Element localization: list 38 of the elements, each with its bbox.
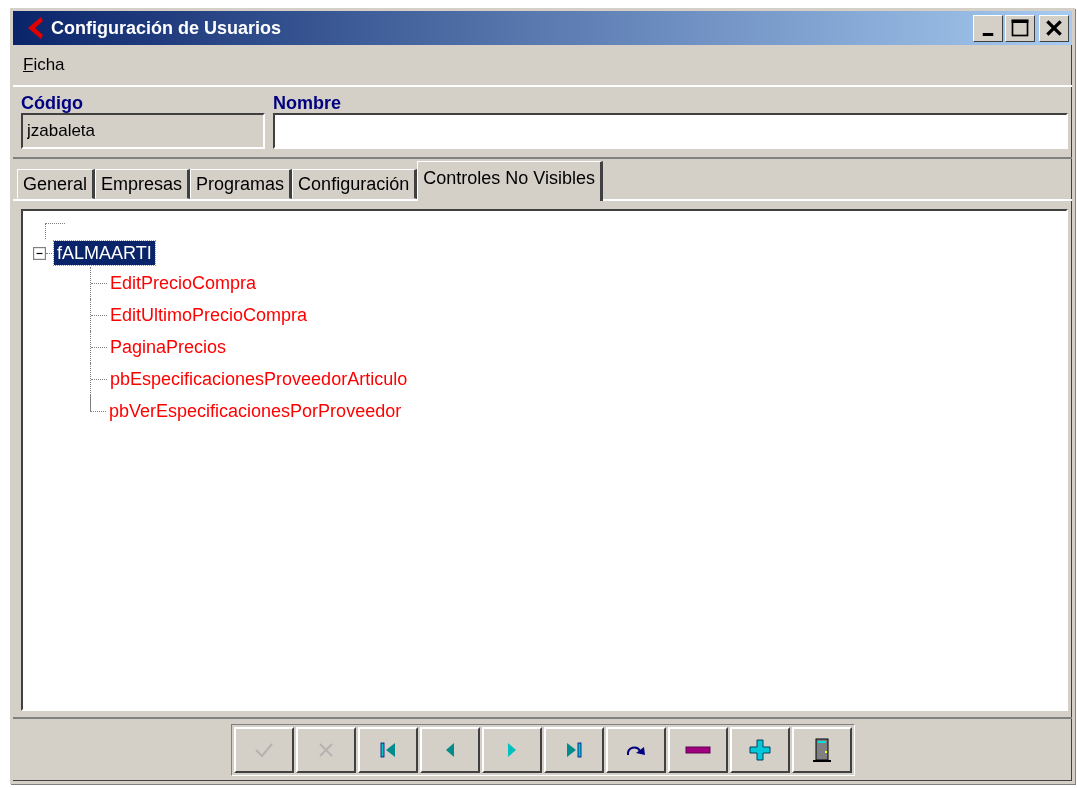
triangle-right-icon [505, 740, 518, 760]
exit-button[interactable] [791, 727, 852, 773]
minus-icon [684, 746, 711, 754]
field-label: Código [21, 93, 84, 113]
skip-back-icon [377, 740, 398, 760]
collapse-icon[interactable] [33, 246, 46, 260]
tree-item[interactable]: EditPrecioCompra [110, 272, 257, 294]
first-button[interactable] [357, 727, 418, 773]
menu-item[interactable]: Ficha [23, 55, 65, 75]
door-icon [811, 738, 832, 762]
tab[interactable]: General [17, 169, 96, 199]
maximize-button[interactable] [1005, 14, 1035, 42]
close-icon [1044, 18, 1064, 38]
add-button[interactable] [729, 727, 790, 773]
tab[interactable]: Controles No Visibles [417, 161, 603, 201]
plus-icon [748, 739, 771, 761]
input-field[interactable] [273, 113, 1068, 149]
tree-item[interactable]: pbVerEspecificacionesPorProveedor [109, 400, 402, 422]
tree-item[interactable]: fALMAARTI [54, 241, 155, 265]
minimize-button[interactable] [973, 14, 1003, 42]
delete-button[interactable] [667, 727, 728, 773]
close-button[interactable] [1039, 14, 1069, 42]
refresh-button[interactable] [605, 727, 666, 773]
maximize-icon [1010, 18, 1030, 38]
cross-icon [317, 742, 334, 758]
last-button[interactable] [543, 727, 604, 773]
prev-button[interactable] [419, 727, 480, 773]
tree-item[interactable]: pbEspecificacionesProveedorArticulo [110, 368, 408, 390]
window-title: Configuración de Usuarios [51, 17, 282, 39]
tab[interactable]: Programas [190, 169, 293, 199]
field-label: Nombre [273, 93, 342, 113]
tree-item[interactable]: EditUltimoPrecioCompra [110, 304, 308, 326]
minimize-icon [982, 32, 994, 36]
tree-item[interactable]: PaginaPrecios [110, 336, 227, 358]
checkmark-icon [253, 742, 274, 758]
tab[interactable]: Empresas [95, 169, 191, 199]
next-button[interactable] [481, 727, 542, 773]
tab[interactable]: Configuración [292, 169, 418, 199]
